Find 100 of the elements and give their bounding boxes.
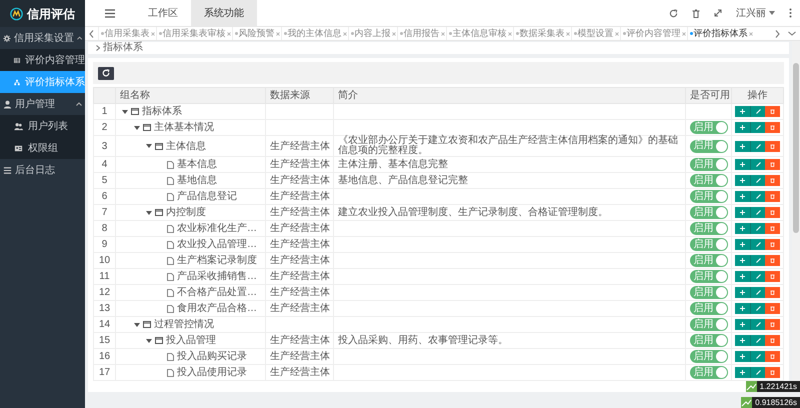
delete-button[interactable] [765,140,780,152]
edit-button[interactable] [750,122,765,133]
add-button[interactable] [735,140,750,152]
delete-button[interactable] [765,207,780,218]
page-tab[interactable]: 模型设置 [571,27,620,40]
add-button[interactable] [735,319,750,330]
trash-icon[interactable] [692,8,700,18]
delete-button[interactable] [765,191,780,202]
scrollbar-thumb[interactable] [793,63,799,233]
toggle-switch[interactable]: 启用 [690,174,728,187]
toggle-switch[interactable]: 启用 [690,318,728,331]
edit-button[interactable] [750,207,765,218]
chevron-right-icon[interactable] [775,30,780,38]
close-icon[interactable] [276,32,280,36]
edit-button[interactable] [750,175,765,186]
toggle-switch[interactable]: 启用 [690,286,728,299]
user-menu[interactable]: 江兴丽 [736,6,775,20]
close-icon[interactable] [150,32,154,36]
delete-button[interactable] [765,319,780,330]
delete-button[interactable] [765,239,780,250]
toggle-switch[interactable]: 启用 [690,366,728,379]
add-button[interactable] [735,175,750,186]
edit-button[interactable] [750,303,765,314]
toggle-switch[interactable]: 启用 [690,254,728,267]
edit-button[interactable] [750,367,765,378]
delete-button[interactable] [765,122,780,133]
sidebar-subitem[interactable]: 评价指标体系 [0,71,85,93]
toggle-switch[interactable]: 启用 [690,206,728,219]
close-icon[interactable] [748,32,752,36]
add-button[interactable] [735,106,750,117]
caret-down-icon[interactable] [122,110,128,114]
chevron-down-icon[interactable] [788,31,796,36]
edit-button[interactable] [750,287,765,298]
toggle-switch[interactable]: 启用 [690,158,728,171]
close-icon[interactable] [226,32,230,36]
add-button[interactable] [735,303,750,314]
page-tab[interactable]: 信用采集表 [98,27,156,40]
close-icon[interactable] [342,32,346,36]
close-icon[interactable] [566,32,570,36]
delete-button[interactable] [765,287,780,298]
page-tab[interactable]: 我的主体信息 [281,27,348,40]
page-tab[interactable]: 风险预警 [232,27,281,40]
add-button[interactable] [735,351,750,362]
page-tab[interactable]: 信用采集表审核 [156,27,232,40]
close-icon[interactable] [508,32,512,36]
add-button[interactable] [735,271,750,282]
toggle-switch[interactable]: 启用 [690,270,728,283]
add-button[interactable] [735,191,750,202]
add-button[interactable] [735,287,750,298]
toggle-switch[interactable]: 启用 [690,140,728,152]
edit-button[interactable] [750,191,765,202]
sidebar-subitem[interactable]: 权限组 [0,137,85,159]
edit-button[interactable] [750,140,765,152]
more-icon[interactable] [789,8,792,18]
delete-button[interactable] [765,351,780,362]
refresh-icon[interactable] [669,8,678,18]
caret-down-icon[interactable] [146,144,152,148]
close-icon[interactable] [682,32,686,36]
toggle-switch[interactable]: 启用 [690,238,728,251]
edit-button[interactable] [750,106,765,117]
toggle-switch[interactable]: 启用 [690,121,728,134]
add-button[interactable] [735,335,750,346]
edit-button[interactable] [750,159,765,170]
refresh-button[interactable] [98,66,114,80]
close-icon[interactable] [392,32,396,36]
toggle-switch[interactable]: 启用 [690,222,728,235]
caret-down-icon[interactable] [146,210,152,214]
toggle-switch[interactable]: 启用 [690,350,728,363]
close-icon[interactable] [614,32,618,36]
menu-icon[interactable] [105,8,115,18]
edit-button[interactable] [750,239,765,250]
sidebar-subitem[interactable]: 用户列表 [0,115,85,137]
delete-button[interactable] [765,271,780,282]
delete-button[interactable] [765,367,780,378]
toggle-switch[interactable]: 启用 [690,334,728,347]
delete-button[interactable] [765,175,780,186]
add-button[interactable] [735,239,750,250]
delete-button[interactable] [765,223,780,234]
toggle-switch[interactable]: 启用 [690,190,728,203]
nav-tab[interactable]: 工作区 [135,0,191,26]
sidebar-subitem[interactable]: 评价内容管理 [0,49,85,71]
add-button[interactable] [735,122,750,133]
page-tab[interactable]: 内容上报 [348,27,397,40]
add-button[interactable] [735,255,750,266]
edit-button[interactable] [750,255,765,266]
expand-icon[interactable] [714,9,722,17]
page-tab[interactable]: 数据采集表 [513,27,571,40]
nav-tab[interactable]: 系统功能 [191,0,257,26]
caret-down-icon[interactable] [146,338,152,342]
page-tab[interactable]: 主体信息审核 [446,27,513,40]
close-icon[interactable] [440,32,444,36]
edit-button[interactable] [750,319,765,330]
page-tab[interactable]: 信用报告 [397,27,446,40]
page-tab[interactable]: 评价内容管理 [620,27,687,40]
delete-button[interactable] [765,106,780,117]
delete-button[interactable] [765,159,780,170]
add-button[interactable] [735,207,750,218]
chevron-left-icon[interactable] [89,30,94,38]
page-tab[interactable]: 评价指标体系 [687,27,754,40]
edit-button[interactable] [750,351,765,362]
